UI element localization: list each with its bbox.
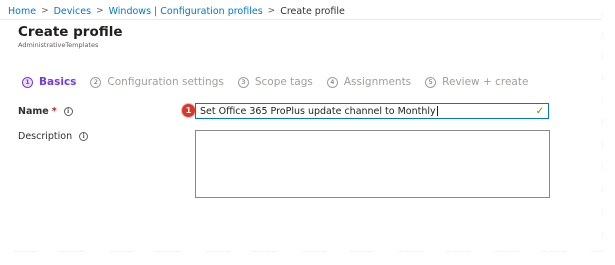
header-divider <box>0 19 603 20</box>
step-number-badge: 1 <box>22 76 33 88</box>
description-label-text: Description <box>18 131 73 142</box>
name-field-label: Name * i <box>18 106 73 117</box>
breadcrumb-current: Create profile <box>280 5 345 17</box>
page-frame: Home > Devices > Windows | Configuration… <box>0 0 603 252</box>
chevron-right-icon: > <box>96 6 104 16</box>
breadcrumb: Home > Devices > Windows | Configuration… <box>8 4 345 18</box>
chevron-right-icon: > <box>267 6 276 16</box>
step-number-badge: 2 <box>90 76 102 88</box>
required-indicator: * <box>51 106 57 117</box>
step-number-badge: 5 <box>425 76 437 88</box>
step-label: Scope tags <box>254 76 313 88</box>
name-input[interactable]: Set Office 365 ProPlus update channel to… <box>195 103 549 119</box>
description-textarea[interactable] <box>195 130 550 198</box>
step-number-badge: 3 <box>237 76 249 88</box>
step-number-badge: 4 <box>326 76 338 88</box>
page-subtitle: AdministrativeTemplates <box>18 41 99 49</box>
breadcrumb-configuration-profiles[interactable]: Windows | Configuration profiles <box>109 6 263 17</box>
description-field-label: Description i <box>18 131 89 142</box>
name-input-value: Set Office 365 ProPlus update channel to… <box>200 105 436 117</box>
step-label: Basics <box>39 76 77 88</box>
name-label-text: Name <box>18 106 49 117</box>
breadcrumb-devices[interactable]: Devices <box>54 6 91 17</box>
step-assignments[interactable]: 4 Assignments <box>326 76 412 88</box>
checkmark-icon: ✓ <box>535 106 544 117</box>
step-label: Configuration settings <box>107 76 224 88</box>
step-configuration-settings[interactable]: 2 Configuration settings <box>90 76 224 88</box>
chevron-right-icon: > <box>41 6 49 16</box>
step-scope-tags[interactable]: 3 Scope tags <box>237 76 313 88</box>
callout-marker: 1 <box>182 104 195 117</box>
step-review-create[interactable]: 5 Review + create <box>425 76 528 88</box>
breadcrumb-home[interactable]: Home <box>8 6 36 17</box>
wizard-steps: 1 Basics 2 Configuration settings 3 Scop… <box>22 76 542 88</box>
step-label: Review + create <box>442 76 529 88</box>
info-icon[interactable]: i <box>79 132 89 141</box>
info-icon[interactable]: i <box>63 107 73 116</box>
page-title: Create profile <box>18 24 123 40</box>
step-basics[interactable]: 1 Basics <box>22 76 76 88</box>
step-label: Assignments <box>343 76 412 88</box>
text-caret <box>436 106 438 116</box>
